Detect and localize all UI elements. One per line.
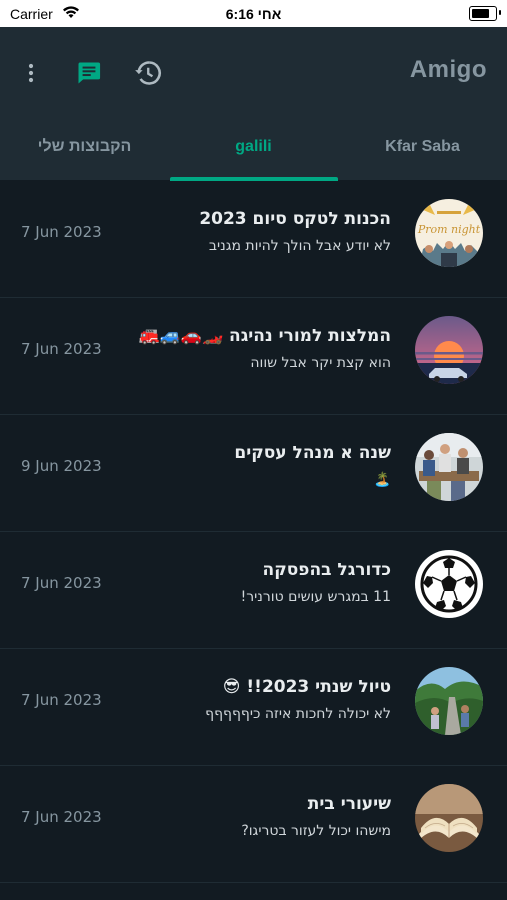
- group-avatar: [415, 784, 483, 852]
- group-avatar: Prom night: [415, 199, 483, 267]
- chat-preview: 11 במגרש עושים טורניר!: [240, 589, 391, 605]
- chat-row[interactable]: טיול שנתי 2023!! 😎 לא יכולה לחכות איזה כ…: [0, 648, 507, 766]
- group-avatar: [415, 667, 483, 735]
- chat-date: 7 Jun 2023: [21, 574, 102, 592]
- chat-row[interactable]: Prom night הכנות לטקס סיום 2023 לא יודע …: [0, 180, 507, 298]
- chat-name: הכנות לטקס סיום 2023: [199, 209, 391, 229]
- chat-date: 7 Jun 2023: [21, 808, 102, 826]
- chat-icon[interactable]: [74, 58, 104, 88]
- chat-name: שיעורי בית: [307, 794, 391, 814]
- chat-name: המלצות למורי נהיגה 🏎️🚗🚙🚒: [138, 326, 391, 346]
- chat-row[interactable]: שנה א מנהל עסקים 🏝️ 9 Jun 2023: [0, 414, 507, 532]
- chat-name: כדורגל בהפסקה: [262, 560, 391, 580]
- chat-preview: הוא קצת יקר אבל שווה: [250, 355, 391, 371]
- svg-text:Prom night: Prom night: [417, 223, 481, 236]
- chat-preview: לא יכולה לחכות איזה כיףףףףף: [205, 706, 391, 722]
- tab-kfar-saba[interactable]: Kfar Saba: [338, 125, 507, 180]
- group-avatar: [415, 433, 483, 501]
- tab-my-groups[interactable]: הקבוצות שלי: [0, 125, 169, 180]
- app-title: Amigo: [409, 56, 487, 83]
- chat-row[interactable]: המלצות למורי נהיגה 🏎️🚗🚙🚒 הוא קצת יקר אבל…: [0, 297, 507, 415]
- battery-icon: [469, 6, 501, 21]
- chat-date: 7 Jun 2023: [21, 340, 102, 358]
- chat-preview: 🏝️: [373, 472, 391, 488]
- group-avatar: [415, 550, 483, 618]
- history-icon[interactable]: [133, 58, 163, 88]
- status-bar: Carrier 6:16 אחי: [0, 0, 507, 27]
- tab-bar: הקבוצות שלי galili Kfar Saba: [0, 125, 507, 181]
- tab-galili[interactable]: galili: [169, 125, 338, 180]
- chat-name: שנה א מנהל עסקים: [234, 443, 391, 463]
- more-vert-icon[interactable]: [16, 58, 46, 88]
- app-header: Amigo הקבוצות שלי galili Kfar Saba: [0, 27, 507, 181]
- chat-preview: מישהו יכול לעזור בטריגו?: [241, 823, 391, 839]
- chat-row[interactable]: כדורגל בהפסקה 11 במגרש עושים טורניר! 7 J…: [0, 531, 507, 649]
- chat-date: 7 Jun 2023: [21, 223, 102, 241]
- group-avatar: [415, 316, 483, 384]
- chat-row[interactable]: שיעורי בית מישהו יכול לעזור בטריגו? 7 Ju…: [0, 765, 507, 883]
- status-time: 6:16 אחי: [225, 6, 282, 22]
- chat-date: 9 Jun 2023: [21, 457, 102, 475]
- chat-date: 7 Jun 2023: [21, 691, 102, 709]
- chat-preview: לא יודע אבל הולך להיות מגניב: [208, 238, 391, 254]
- chat-name: טיול שנתי 2023!! 😎: [222, 677, 391, 697]
